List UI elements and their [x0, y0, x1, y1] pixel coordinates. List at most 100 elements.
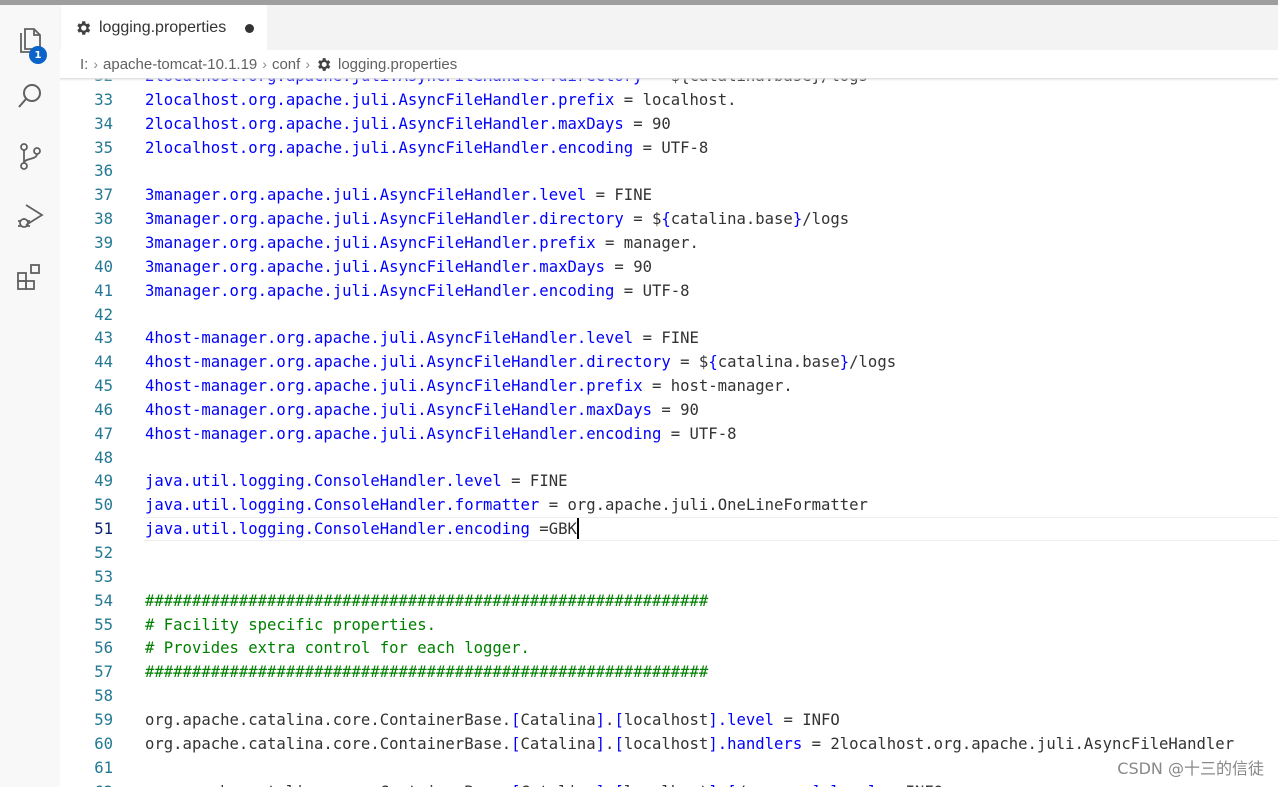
line-number: 43	[94, 329, 113, 348]
source-control-icon	[20, 143, 41, 170]
property-key-token: 3manager.org.apache.juli.AsyncFileHandle…	[145, 257, 606, 276]
value-token: = 2localhost.org.apache.juli.AsyncFileHa…	[802, 734, 1235, 753]
code-line[interactable]: 46 4host-manager.org.apache.juli.AsyncFil…	[60, 398, 1278, 422]
code-text: 2localhost.org.apache.juli.AsyncFileHand…	[145, 112, 671, 136]
breadcrumb-folder-conf[interactable]: conf	[272, 56, 300, 73]
property-key-token: 4host-manager.org.apache.juli.AsyncFileH…	[145, 329, 634, 348]
code-line[interactable]: 51 java.util.logging.ConsoleHandler.encod…	[60, 517, 1278, 542]
breadcrumb-shadow	[60, 78, 1278, 81]
property-key-token: ]	[595, 710, 606, 729]
line-number: 35	[94, 138, 113, 157]
line-number: 56	[94, 639, 113, 658]
property-key-token: [	[511, 734, 521, 753]
code-line[interactable]: 38 3manager.org.apache.juli.AsyncFileHand…	[60, 207, 1278, 231]
line-number: 50	[94, 496, 113, 515]
property-key-token: ]	[708, 783, 717, 787]
code-text: java.util.logging.ConsoleHandler.formatt…	[145, 493, 868, 517]
property-key-token: 4host-manager.org.apache.juli.AsyncFileH…	[145, 353, 671, 372]
tab-logging-properties[interactable]: logging.properties	[61, 5, 267, 50]
code-line[interactable]: 49 java.util.logging.ConsoleHandler.level…	[60, 469, 1278, 493]
code-line[interactable]: 34 2localhost.org.apache.juli.AsyncFileHa…	[60, 112, 1278, 136]
line-number: 49	[94, 472, 113, 491]
value-token: /logs	[849, 353, 897, 372]
code-line[interactable]: 45 4host-manager.org.apache.juli.AsyncFil…	[60, 374, 1278, 398]
search-button[interactable]	[0, 72, 60, 120]
unsaved-dot-icon[interactable]	[245, 24, 254, 33]
chevron-right-icon: ›	[93, 56, 99, 72]
value-token: = FINE	[633, 329, 699, 348]
run-debug-button[interactable]	[0, 192, 60, 240]
value-token: = FINE	[501, 472, 568, 491]
value-token: = UTF-8	[661, 424, 737, 443]
breadcrumb-file[interactable]: logging.properties	[338, 56, 457, 73]
code-line[interactable]: 42	[60, 303, 1278, 327]
code-editor[interactable]: 322localhost.org.apache.juli.AsyncFileHa…	[60, 64, 1278, 787]
code-line[interactable]: 60 org.apache.catalina.core.ContainerBase…	[60, 732, 1278, 756]
line-number: 46	[94, 400, 113, 419]
code-line[interactable]: 43 4host-manager.org.apache.juli.AsyncFil…	[60, 326, 1278, 350]
code-line[interactable]: 53	[60, 565, 1278, 589]
code-line[interactable]: 54 ######################################…	[60, 589, 1278, 613]
value-token: /manager	[737, 783, 812, 787]
property-key-token: ]	[812, 783, 821, 787]
code-line[interactable]: 40 3manager.org.apache.juli.AsyncFileHand…	[60, 255, 1278, 279]
code-line[interactable]: 35 2localhost.org.apache.juli.AsyncFileHa…	[60, 136, 1278, 160]
code-line[interactable]: 36	[60, 159, 1278, 183]
code-line[interactable]: 52	[60, 541, 1278, 565]
code-line[interactable]: 39 3manager.org.apache.juli.AsyncFileHand…	[60, 231, 1278, 255]
value-token: = UTF-8	[614, 281, 690, 300]
code-line[interactable]: 62 org.apache.catalina.core.ContainerBase…	[60, 780, 1278, 787]
line-number: 47	[94, 424, 113, 443]
source-control-button[interactable]	[0, 132, 60, 180]
code-line[interactable]: 33 2localhost.org.apache.juli.AsyncFileHa…	[60, 88, 1278, 112]
property-key-token: .handlers	[717, 734, 803, 753]
property-key-token: ]	[596, 783, 605, 787]
code-text: 4host-manager.org.apache.juli.AsyncFileH…	[145, 398, 699, 422]
extensions-button[interactable]	[0, 252, 60, 300]
value-token: = 90	[605, 257, 652, 276]
code-text: 4host-manager.org.apache.juli.AsyncFileH…	[145, 326, 699, 350]
line-number: 59	[94, 710, 113, 729]
code-line[interactable]: 55 # Facility specific properties.	[60, 613, 1278, 637]
value-token: =GBK	[529, 520, 577, 539]
property-key-token: {	[661, 210, 671, 229]
code-line[interactable]: 47 4host-manager.org.apache.juli.AsyncFil…	[60, 422, 1278, 446]
line-number: 40	[94, 257, 113, 276]
code-text: 3manager.org.apache.juli.AsyncFileHandle…	[145, 183, 652, 207]
code-text: 3manager.org.apache.juli.AsyncFileHandle…	[145, 279, 690, 303]
property-key-token: 3manager.org.apache.juli.AsyncFileHandle…	[145, 210, 624, 229]
breadcrumb-drive[interactable]: I:	[80, 56, 88, 73]
code-line[interactable]: 44 4host-manager.org.apache.juli.AsyncFil…	[60, 350, 1278, 374]
text-cursor	[576, 517, 579, 539]
property-key-token: 4host-manager.org.apache.juli.AsyncFileH…	[145, 424, 662, 443]
activity-bar: 1	[0, 5, 60, 787]
comment-token: # Provides extra control for each logger…	[145, 639, 530, 658]
line-number: 62	[60, 780, 113, 787]
line-number: 61	[94, 758, 113, 777]
code-line[interactable]: 57 ######################################…	[60, 660, 1278, 684]
line-number: 42	[94, 305, 113, 324]
property-key-token: 4host-manager.org.apache.juli.AsyncFileH…	[145, 400, 652, 419]
property-key-token: [	[511, 783, 520, 787]
code-line[interactable]: 61	[60, 756, 1278, 780]
code-text: ########################################…	[145, 589, 708, 613]
code-line[interactable]: 59 org.apache.catalina.core.ContainerBase…	[60, 708, 1278, 732]
property-key-token: java.util.logging.ConsoleHandler.encodin…	[145, 520, 530, 539]
line-number: 57	[94, 663, 113, 682]
explorer-button[interactable]: 1	[0, 15, 60, 64]
property-key-token: .level	[717, 710, 775, 729]
code-line[interactable]: 56 # Provides extra control for each logg…	[60, 636, 1278, 660]
extensions-icon	[17, 264, 40, 290]
line-number: 44	[94, 353, 113, 372]
code-line[interactable]: 58	[60, 684, 1278, 708]
code-line[interactable]: 48	[60, 446, 1278, 470]
code-line[interactable]: 37 3manager.org.apache.juli.AsyncFileHand…	[60, 183, 1278, 207]
value-token: Catalina	[520, 710, 596, 729]
line-number: 34	[94, 114, 113, 133]
code-line[interactable]: 41 3manager.org.apache.juli.AsyncFileHand…	[60, 279, 1278, 303]
code-text: org.apache.catalina.core.ContainerBase.[…	[145, 732, 1234, 756]
breadcrumb-folder-tomcat[interactable]: apache-tomcat-10.1.19	[103, 56, 257, 73]
tab-bar: logging.properties	[60, 5, 1278, 50]
code-line[interactable]: 50 java.util.logging.ConsoleHandler.forma…	[60, 493, 1278, 517]
explorer-badge: 1	[29, 46, 47, 64]
